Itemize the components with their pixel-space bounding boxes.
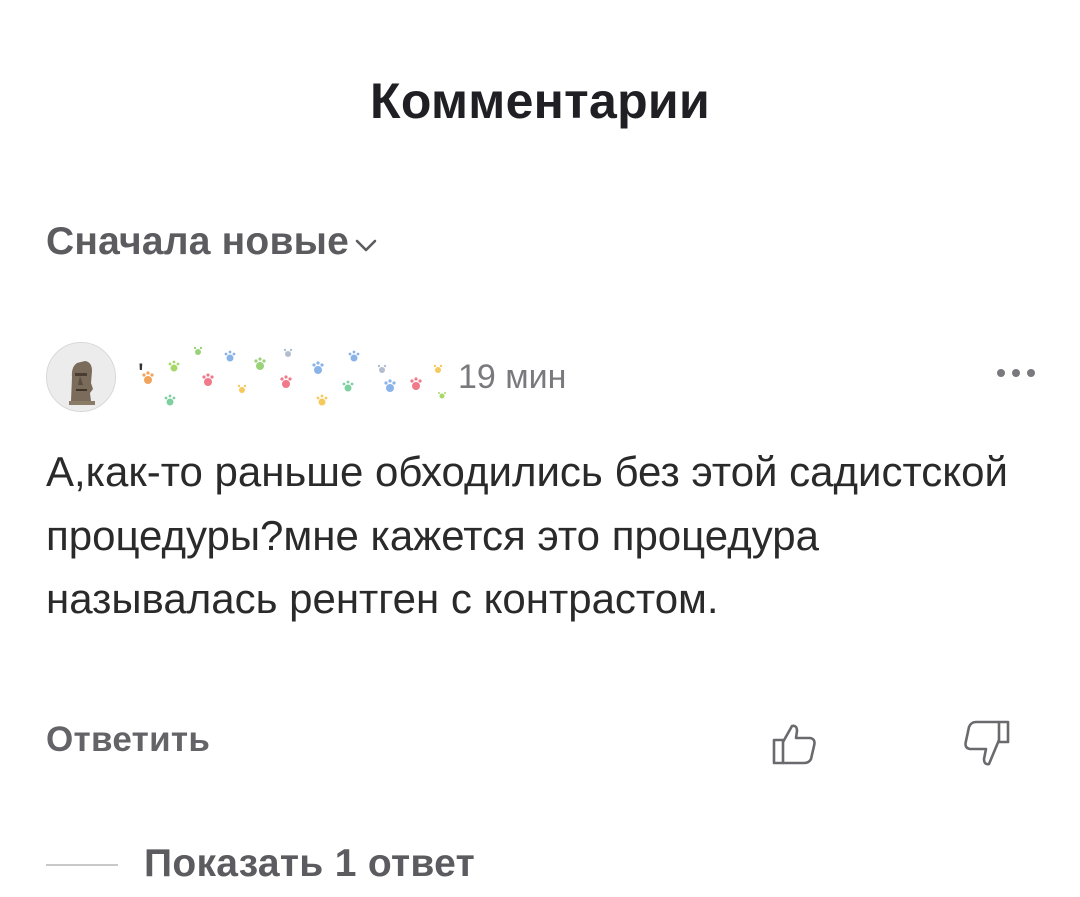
chevron-down-icon: [355, 239, 377, 252]
paw-7: [237, 384, 247, 393]
paw-3: [164, 394, 176, 406]
sort-label: Сначала новые: [46, 220, 350, 263]
show-replies-button[interactable]: Показать 1 ответ: [144, 842, 475, 886]
paw-17: [410, 377, 422, 390]
thumbs-up-icon: [772, 724, 816, 765]
paw-5: [202, 373, 214, 386]
thumbs-down-icon: [964, 720, 1010, 766]
more-dots-icon: [997, 369, 1035, 377]
comment-text: А,как-то раньше обходились без этой сади…: [46, 448, 1008, 622]
paw-10: [283, 348, 293, 357]
username[interactable]: ': [138, 344, 454, 412]
paw-18: [433, 364, 443, 373]
dislike-button[interactable]: [962, 720, 1012, 773]
paw-13: [342, 380, 354, 392]
paw-prints-decoration: [142, 346, 446, 406]
reply-button[interactable]: Ответить: [46, 720, 210, 760]
replies-divider: [46, 864, 118, 866]
paw-12: [316, 394, 328, 406]
page-title: Комментарии: [370, 73, 710, 129]
more-button[interactable]: [976, 368, 1036, 388]
avatar[interactable]: [46, 342, 116, 412]
paw-19: [438, 392, 446, 399]
paw-6: [224, 350, 236, 362]
paw-1: [142, 371, 154, 384]
paw-11: [312, 361, 324, 374]
paw-2: [168, 360, 180, 372]
paw-8: [254, 357, 266, 370]
comment-time: 19 мин: [458, 358, 567, 396]
paw-15: [377, 364, 387, 373]
comment-header: ' 19 мин: [46, 342, 1036, 414]
paw-14: [348, 350, 360, 362]
paw-4: [193, 346, 203, 355]
sort-dropdown[interactable]: Сначала новые: [46, 220, 377, 264]
like-button[interactable]: [772, 722, 818, 771]
paw-16: [384, 379, 396, 392]
paw-9: [280, 375, 292, 388]
avatar-image: [47, 343, 115, 411]
